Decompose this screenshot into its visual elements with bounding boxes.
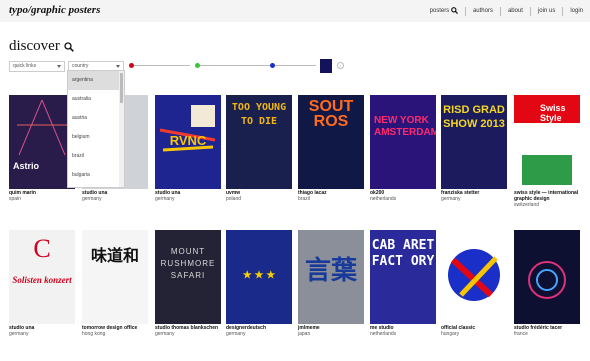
poster-title: TOO YOUNG TO DIE xyxy=(231,102,287,127)
top-header: typo/graphic posters posters authors abo… xyxy=(0,0,590,22)
blue-slider-track[interactable] xyxy=(256,65,316,66)
country-option[interactable]: belgium xyxy=(68,128,124,147)
poster-title: Solisten konzert xyxy=(12,275,72,285)
poster-image[interactable]: RISD GRAD SHOW 2013 xyxy=(441,95,507,189)
poster-author[interactable]: swiss style — international graphic desi… xyxy=(514,190,580,202)
poster-image[interactable]: RVNC xyxy=(155,95,221,189)
info-icon[interactable]: i xyxy=(337,62,344,69)
poster-image[interactable]: CAB ARET FACT ORY xyxy=(370,230,436,324)
poster-image[interactable]: C Solisten konzert xyxy=(9,230,75,324)
nav-login[interactable]: login xyxy=(563,8,590,14)
main-nav: posters authors about join us login xyxy=(423,0,590,22)
country-option[interactable]: argentina xyxy=(68,71,124,90)
poster-country: germany xyxy=(82,196,102,202)
poster-image[interactable] xyxy=(514,230,580,324)
poster-card[interactable]: TOO YOUNG TO DIE uvmw poland xyxy=(226,95,292,202)
poster-title: RISD GRAD SHOW 2013 xyxy=(443,104,505,130)
poster-country: germany xyxy=(441,196,461,202)
country-option[interactable]: austria xyxy=(68,109,124,128)
poster-card[interactable]: 言葉 jmlmeme japan xyxy=(298,230,364,337)
poster-country: germany xyxy=(155,331,175,337)
poster-image[interactable]: Astrio xyxy=(9,95,75,189)
poster-country: france xyxy=(514,331,528,337)
search-icon[interactable] xyxy=(64,41,74,52)
site-logo[interactable]: typo/graphic posters xyxy=(9,4,100,16)
country-option[interactable]: australia xyxy=(68,90,124,109)
dropdown-scrollbar[interactable] xyxy=(119,71,124,187)
poster-country: netherlands xyxy=(370,196,397,202)
poster-card[interactable]: C Solisten konzert studio una germany xyxy=(9,230,75,337)
poster-card[interactable]: Astrio quim marin spain xyxy=(9,95,75,202)
poster-card[interactable]: NEW YORK AMSTERDAM ok200 netherlands xyxy=(370,95,436,202)
poster-country: switzerland xyxy=(514,202,540,208)
poster-image[interactable]: MOUNT RUSHMORE SAFARI xyxy=(155,230,221,324)
poster-country: germany xyxy=(226,331,246,337)
poster-country: germany xyxy=(9,331,29,337)
poster-title: Astrio xyxy=(13,161,40,171)
green-slider-track[interactable] xyxy=(196,65,256,66)
page-title: discover xyxy=(9,38,60,54)
discover-heading: discover xyxy=(9,38,74,55)
poster-country: japan xyxy=(298,331,311,337)
poster-country: hungary xyxy=(441,331,460,337)
poster-image[interactable] xyxy=(441,230,507,324)
color-swatch[interactable] xyxy=(320,59,332,73)
country-dropdown[interactable]: argentina australia austria belgium braz… xyxy=(67,70,125,188)
poster-image[interactable]: SOUTROS xyxy=(298,95,364,189)
poster-card[interactable]: MOUNT RUSHMORE SAFARI studio thomas blan… xyxy=(155,230,221,337)
poster-country: hong kong xyxy=(82,331,106,337)
poster-country: germany xyxy=(155,196,175,202)
country-option[interactable]: canada xyxy=(68,185,124,187)
poster-title: 味道和 xyxy=(90,248,139,265)
poster-image[interactable]: 言葉 xyxy=(298,230,364,324)
blue-slider-handle[interactable] xyxy=(270,63,275,68)
poster-title: Swiss Style xyxy=(540,103,566,123)
poster-card[interactable]: RISD GRAD SHOW 2013 franziska stetter ge… xyxy=(441,95,507,202)
poster-card[interactable]: 味道和 tomorrow design office hong kong xyxy=(82,230,148,337)
scrollbar-thumb[interactable] xyxy=(120,73,123,103)
country-option[interactable]: brazil xyxy=(68,147,124,166)
poster-title: RVNC xyxy=(169,133,207,148)
green-slider-handle[interactable] xyxy=(195,63,200,68)
poster-country: poland xyxy=(226,196,242,202)
poster-country: spain xyxy=(9,196,21,202)
quick-links-select[interactable]: quick links xyxy=(9,60,65,72)
nav-posters-label: posters xyxy=(429,8,450,15)
poster-title: 言葉 xyxy=(304,255,357,285)
nav-posters[interactable]: posters xyxy=(423,7,465,15)
poster-image[interactable]: ★ ★ ★ xyxy=(226,230,292,324)
nav-authors[interactable]: authors xyxy=(466,8,500,14)
poster-title: MOUNT RUSHMORE SAFARI xyxy=(160,247,216,280)
poster-card[interactable]: official classic hungary xyxy=(441,230,507,337)
poster-card[interactable]: ★ ★ ★ designerdeutsch germany xyxy=(226,230,292,337)
nav-about[interactable]: about xyxy=(501,8,530,14)
poster-image[interactable]: TOO YOUNG TO DIE xyxy=(226,95,292,189)
poster-country: netherlands xyxy=(370,331,397,337)
poster-image[interactable]: 味道和 xyxy=(82,230,148,324)
poster-country: brazil xyxy=(298,196,310,202)
poster-title: NEW YORK AMSTERDAM xyxy=(374,115,436,138)
poster-card[interactable]: studio frédéric tacer france xyxy=(514,230,580,337)
poster-title: ★ ★ ★ xyxy=(242,270,276,281)
poster-image[interactable]: Swiss Style xyxy=(514,95,580,189)
nav-join[interactable]: join us xyxy=(531,8,562,14)
poster-letter: C xyxy=(33,234,51,263)
poster-card[interactable]: CAB ARET FACT ORY me studio netherlands xyxy=(370,230,436,337)
country-option[interactable]: bulgaria xyxy=(68,166,124,185)
poster-card[interactable]: SOUTROS thiago lacaz brazil xyxy=(298,95,364,202)
poster-title: SOUTROS xyxy=(308,98,354,130)
poster-title: CAB ARET FACT ORY xyxy=(371,238,435,269)
poster-card[interactable]: RVNC studio una germany xyxy=(155,95,221,202)
search-icon xyxy=(451,7,458,15)
poster-card[interactable]: Swiss Style swiss style — international … xyxy=(514,95,580,208)
poster-image[interactable]: NEW YORK AMSTERDAM xyxy=(370,95,436,189)
red-slider-handle[interactable] xyxy=(129,63,134,68)
red-slider-track[interactable] xyxy=(130,65,190,66)
